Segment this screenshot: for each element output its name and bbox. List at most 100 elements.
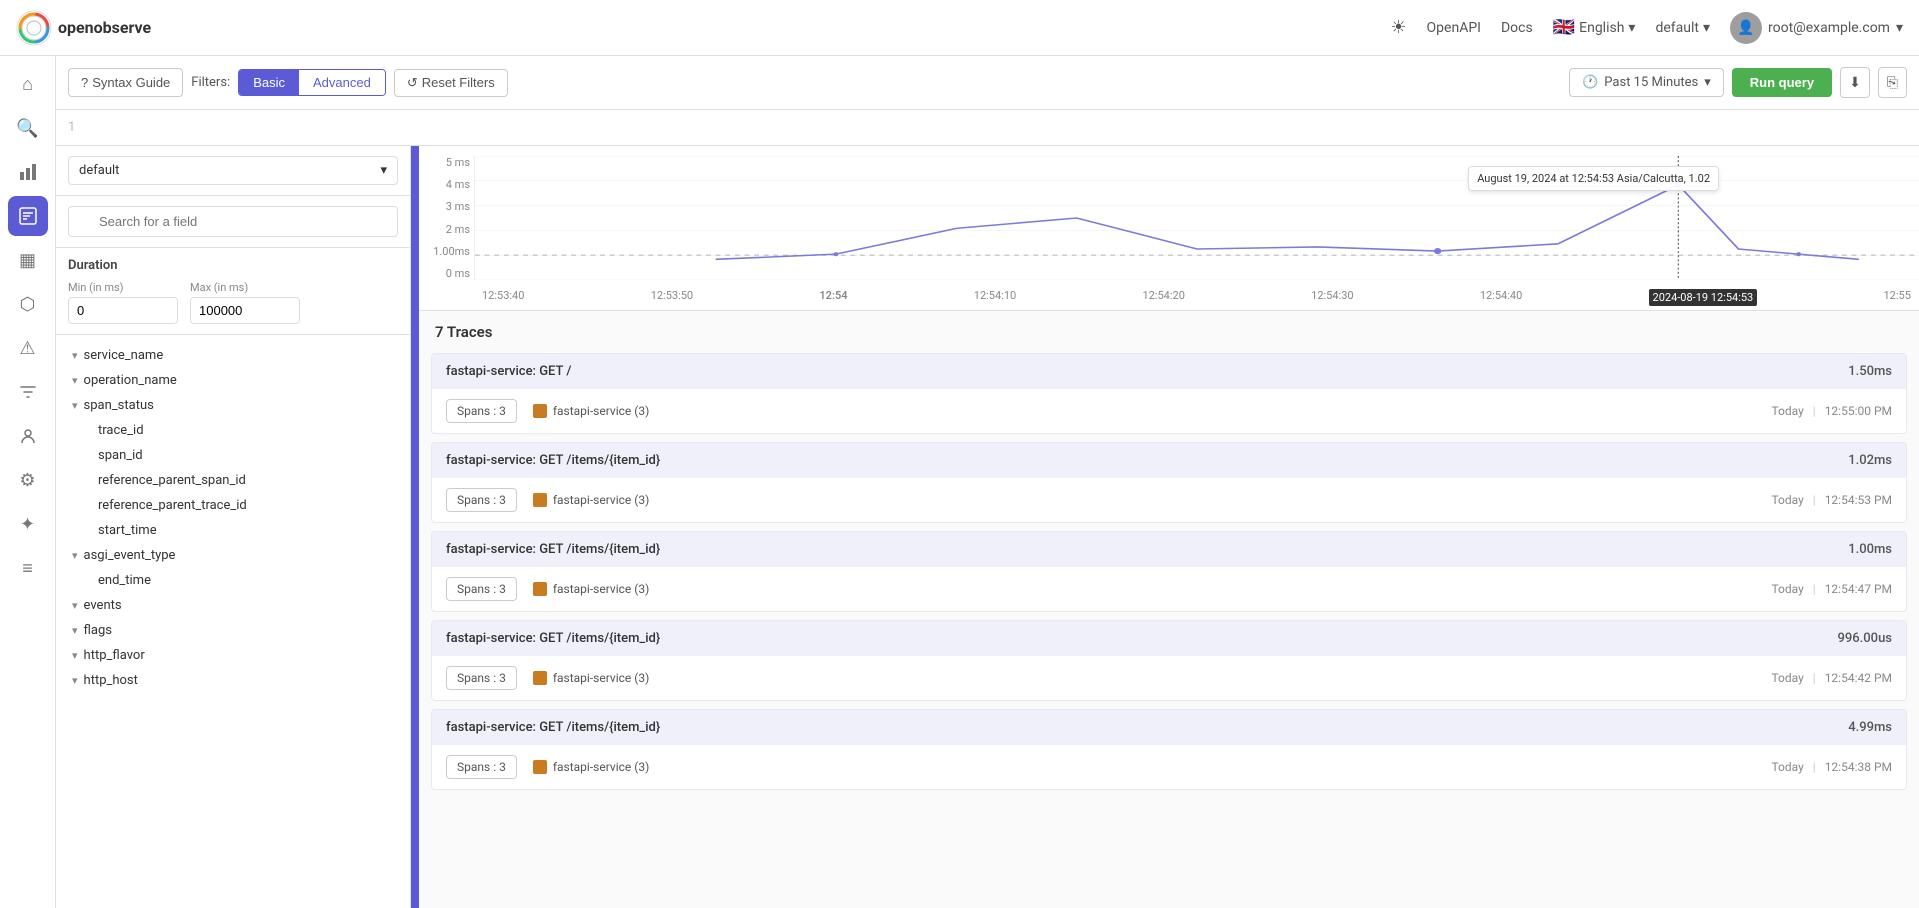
index-dropdown[interactable]: default ▾ — [68, 156, 398, 185]
sidebar-item-integrations[interactable]: ✦ — [8, 504, 48, 544]
duration-title: Duration — [68, 258, 398, 273]
field-chevron-icon: ▾ — [72, 399, 78, 412]
user-email: root@example.com — [1768, 20, 1890, 36]
sidebar-item-home[interactable]: ⌂ — [8, 64, 48, 104]
field-item-asgi_event_type[interactable]: ▾asgi_event_type — [56, 543, 410, 568]
spans-badge: Spans : 3 — [446, 488, 517, 512]
filters-label: Filters: — [191, 75, 230, 90]
index-selector: default ▾ — [56, 146, 410, 196]
index-chevron-icon: ▾ — [380, 163, 387, 178]
trace-spans-row: Spans : 3 fastapi-service (3) Today | 12… — [432, 656, 1906, 700]
trace-header[interactable]: fastapi-service: GET / 1.50ms — [432, 354, 1906, 389]
language-label: English — [1579, 20, 1624, 36]
org-selector[interactable]: default ▾ — [1655, 20, 1710, 36]
sidebar-item-traces[interactable] — [8, 196, 48, 236]
user-area[interactable]: 👤 root@example.com ▾ — [1730, 12, 1903, 44]
duration-section: Duration Min (in ms) Max (in ms) — [56, 248, 410, 335]
org-label: default — [1655, 20, 1699, 36]
field-item-reference_parent_trace_id[interactable]: reference_parent_trace_id — [56, 493, 410, 518]
theme-toggle-icon[interactable]: ☀ — [1390, 17, 1406, 38]
openapi-link[interactable]: OpenAPI — [1427, 20, 1481, 36]
sidebar-item-filter[interactable] — [8, 372, 48, 412]
field-item-end_time[interactable]: end_time — [56, 568, 410, 593]
trace-time: Today | 12:55:00 PM — [1771, 404, 1892, 418]
min-input[interactable] — [68, 297, 178, 324]
time-range-label: Past 15 Minutes — [1604, 75, 1698, 90]
time-range-selector[interactable]: 🕐 Past 15 Minutes ▾ — [1569, 68, 1724, 97]
left-panel: default ▾ 🔍 Duration Min (in ms) Max (in… — [56, 146, 411, 908]
sidebar-item-metrics[interactable] — [8, 152, 48, 192]
field-item-span_status[interactable]: ▾span_status — [56, 393, 410, 418]
max-duration-field: Max (in ms) — [190, 281, 300, 324]
trace-name: fastapi-service: GET / — [446, 364, 571, 379]
docs-link[interactable]: Docs — [1501, 20, 1533, 36]
sidebar-item-menu[interactable]: ≡ — [8, 548, 48, 588]
trace-spans-row: Spans : 3 fastapi-service (3) Today | 12… — [432, 389, 1906, 433]
syntax-guide-label: Syntax Guide — [92, 75, 170, 90]
trace-item[interactable]: fastapi-service: GET /items/{item_id} 4.… — [431, 709, 1907, 790]
field-name: end_time — [84, 573, 151, 588]
field-item-events[interactable]: ▾events — [56, 593, 410, 618]
field-item-http_flavor[interactable]: ▾http_flavor — [56, 643, 410, 668]
field-item-trace_id[interactable]: trace_id — [56, 418, 410, 443]
trace-header[interactable]: fastapi-service: GET /items/{item_id} 99… — [432, 621, 1906, 656]
filter-bar-right: 🕐 Past 15 Minutes ▾ Run query ⬇ ⎘ — [1569, 67, 1907, 98]
syntax-guide-button[interactable]: ? Syntax Guide — [68, 68, 183, 97]
field-item-span_id[interactable]: span_id — [56, 443, 410, 468]
field-item-start_time[interactable]: start_time — [56, 518, 410, 543]
trace-header[interactable]: fastapi-service: GET /items/{item_id} 4.… — [432, 710, 1906, 745]
trace-header[interactable]: fastapi-service: GET /items/{item_id} 1.… — [432, 532, 1906, 567]
sidebar-item-alerts[interactable]: ⚠ — [8, 328, 48, 368]
service-color-bar — [533, 760, 547, 774]
run-query-button[interactable]: Run query — [1732, 68, 1832, 97]
trace-item[interactable]: fastapi-service: GET /items/{item_id} 99… — [431, 620, 1907, 701]
field-name: reference_parent_trace_id — [84, 498, 247, 513]
max-input[interactable] — [190, 297, 300, 324]
x-label-2: 12:54 — [819, 289, 847, 306]
trace-header[interactable]: fastapi-service: GET /items/{item_id} 1.… — [432, 443, 1906, 478]
field-chevron-icon: ▾ — [72, 349, 78, 362]
resize-handle[interactable] — [411, 146, 419, 908]
field-item-operation_name[interactable]: ▾operation_name — [56, 368, 410, 393]
download-button[interactable]: ⬇ — [1840, 67, 1870, 98]
share-button[interactable]: ⎘ — [1878, 67, 1907, 98]
service-color-bar — [533, 404, 547, 418]
field-item-reference_parent_span_id[interactable]: reference_parent_span_id — [56, 468, 410, 493]
trace-time-label: Today — [1771, 760, 1803, 774]
field-item-http_host[interactable]: ▾http_host — [56, 668, 410, 693]
trace-item[interactable]: fastapi-service: GET /items/{item_id} 1.… — [431, 442, 1907, 523]
field-search-input[interactable] — [68, 206, 398, 237]
advanced-filter-button[interactable]: Advanced — [299, 70, 385, 95]
sidebar-item-search[interactable]: 🔍 — [8, 108, 48, 148]
service-label: fastapi-service (3) — [553, 493, 649, 507]
bar-chart-icon — [18, 162, 38, 182]
field-item-flags[interactable]: ▾flags — [56, 618, 410, 643]
y-label-0ms: 0 ms — [423, 267, 470, 280]
query-editor-bar: 1 — [56, 110, 1919, 146]
sidebar-item-dashboard[interactable]: ▦ — [8, 240, 48, 280]
user-chevron-icon: ▾ — [1896, 20, 1903, 36]
sidebar: ⌂ 🔍 ▦ ⬡ ⚠ ⚙ ✦ ≡ — [0, 56, 56, 908]
reset-filters-button[interactable]: ↺ Reset Filters — [394, 69, 508, 97]
sidebar-item-share[interactable]: ⬡ — [8, 284, 48, 324]
x-label-8: 12:55 — [1883, 289, 1910, 306]
trace-spans-row: Spans : 3 fastapi-service (3) Today | 12… — [432, 745, 1906, 789]
trace-time-separator: | — [1813, 582, 1816, 596]
field-item-service_name[interactable]: ▾service_name — [56, 343, 410, 368]
trace-item[interactable]: fastapi-service: GET /items/{item_id} 1.… — [431, 531, 1907, 612]
trace-time-value: 12:54:38 PM — [1825, 760, 1892, 774]
field-name: reference_parent_span_id — [84, 473, 246, 488]
trace-item[interactable]: fastapi-service: GET / 1.50ms Spans : 3 … — [431, 353, 1907, 434]
basic-filter-button[interactable]: Basic — [239, 70, 299, 95]
service-color-bar — [533, 671, 547, 685]
min-duration-field: Min (in ms) — [68, 281, 178, 324]
navbar-right: ☀ OpenAPI Docs 🇬🇧 English ▾ default ▾ 👤 … — [1390, 12, 1903, 44]
language-selector[interactable]: 🇬🇧 English ▾ — [1553, 17, 1636, 38]
logo[interactable]: openobserve — [16, 10, 151, 46]
chart-x-labels: 12:53:40 12:53:50 12:54 12:54:10 12:54:2… — [474, 289, 1919, 306]
field-name: span_id — [84, 448, 143, 463]
trace-time: Today | 12:54:38 PM — [1771, 760, 1892, 774]
sidebar-item-iam[interactable] — [8, 416, 48, 456]
sidebar-item-settings[interactable]: ⚙ — [8, 460, 48, 500]
min-label: Min (in ms) — [68, 281, 178, 294]
